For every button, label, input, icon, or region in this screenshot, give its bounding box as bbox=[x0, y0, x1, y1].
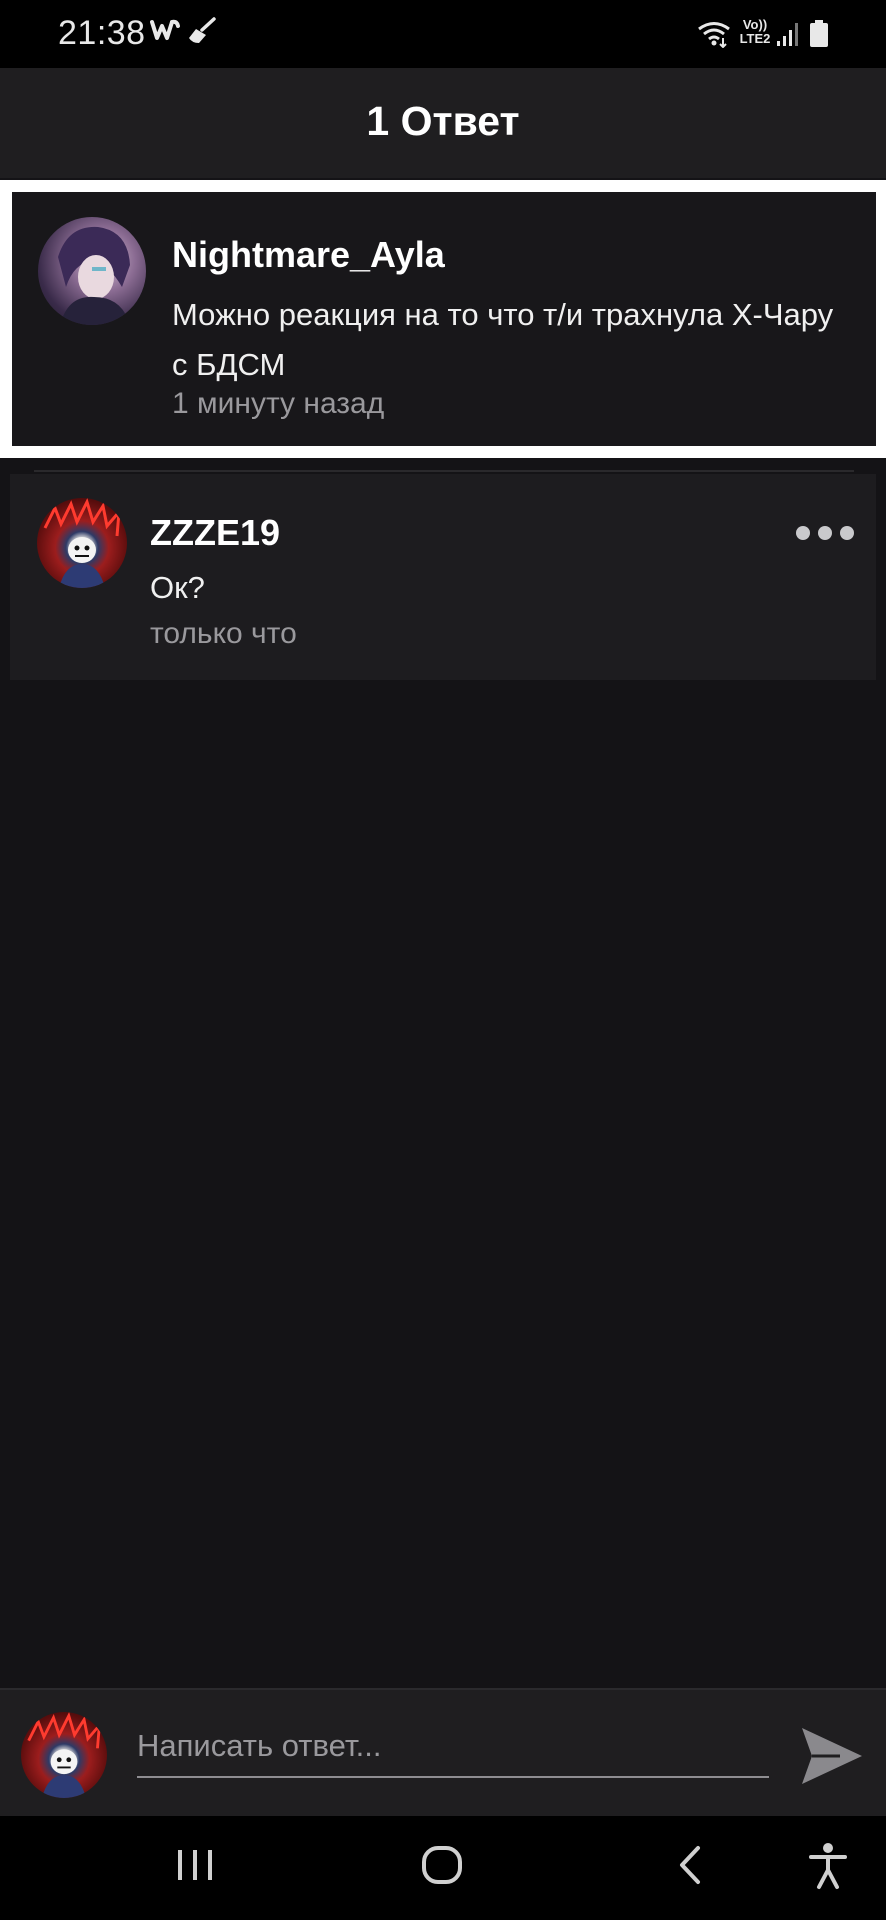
parent-username[interactable]: Nightmare_Ayla bbox=[172, 234, 445, 276]
avatar[interactable] bbox=[38, 217, 146, 325]
signal-icon bbox=[776, 20, 800, 53]
divider bbox=[34, 470, 854, 472]
avatar bbox=[21, 1712, 107, 1798]
accessibility-icon[interactable] bbox=[808, 1842, 848, 1895]
reply-time: только что bbox=[150, 617, 297, 650]
status-time: 21:38 bbox=[58, 14, 146, 52]
reply-item[interactable]: ZZZE19 Ок? только что bbox=[10, 474, 876, 680]
avatar[interactable] bbox=[37, 498, 127, 588]
send-icon[interactable] bbox=[800, 1726, 864, 1786]
reply-input[interactable] bbox=[137, 1716, 769, 1778]
parent-comment-text: Можно реакция на то что т/и трахнула Х-Ч… bbox=[172, 297, 834, 382]
network-label: Vo)) LTE2 bbox=[739, 17, 771, 46]
navigation-bar bbox=[0, 1816, 886, 1920]
back-icon[interactable] bbox=[676, 1842, 706, 1893]
compose-bar bbox=[0, 1688, 886, 1818]
parent-comment-time: 1 минуту назад bbox=[172, 387, 385, 420]
w-app-icon bbox=[150, 17, 180, 49]
reply-text: Ок? bbox=[150, 570, 205, 605]
home-icon[interactable] bbox=[420, 1842, 466, 1893]
wifi-icon bbox=[697, 20, 731, 53]
screen: 21:38 Vo)) LTE2 1 Ответ Nightmare_Ayla М… bbox=[0, 0, 886, 1920]
more-options-icon[interactable] bbox=[794, 518, 856, 548]
header: 1 Ответ bbox=[0, 68, 886, 178]
broom-icon bbox=[187, 17, 217, 52]
reply-username[interactable]: ZZZE19 bbox=[150, 512, 280, 554]
page-title: 1 Ответ bbox=[366, 98, 520, 144]
parent-comment[interactable]: Nightmare_Ayla Можно реакция на то что т… bbox=[12, 192, 876, 446]
battery-icon bbox=[809, 20, 829, 53]
parent-comment-highlight: Nightmare_Ayla Можно реакция на то что т… bbox=[0, 180, 886, 458]
recent-apps-icon[interactable] bbox=[175, 1842, 215, 1893]
status-bar: 21:38 Vo)) LTE2 bbox=[0, 0, 886, 68]
